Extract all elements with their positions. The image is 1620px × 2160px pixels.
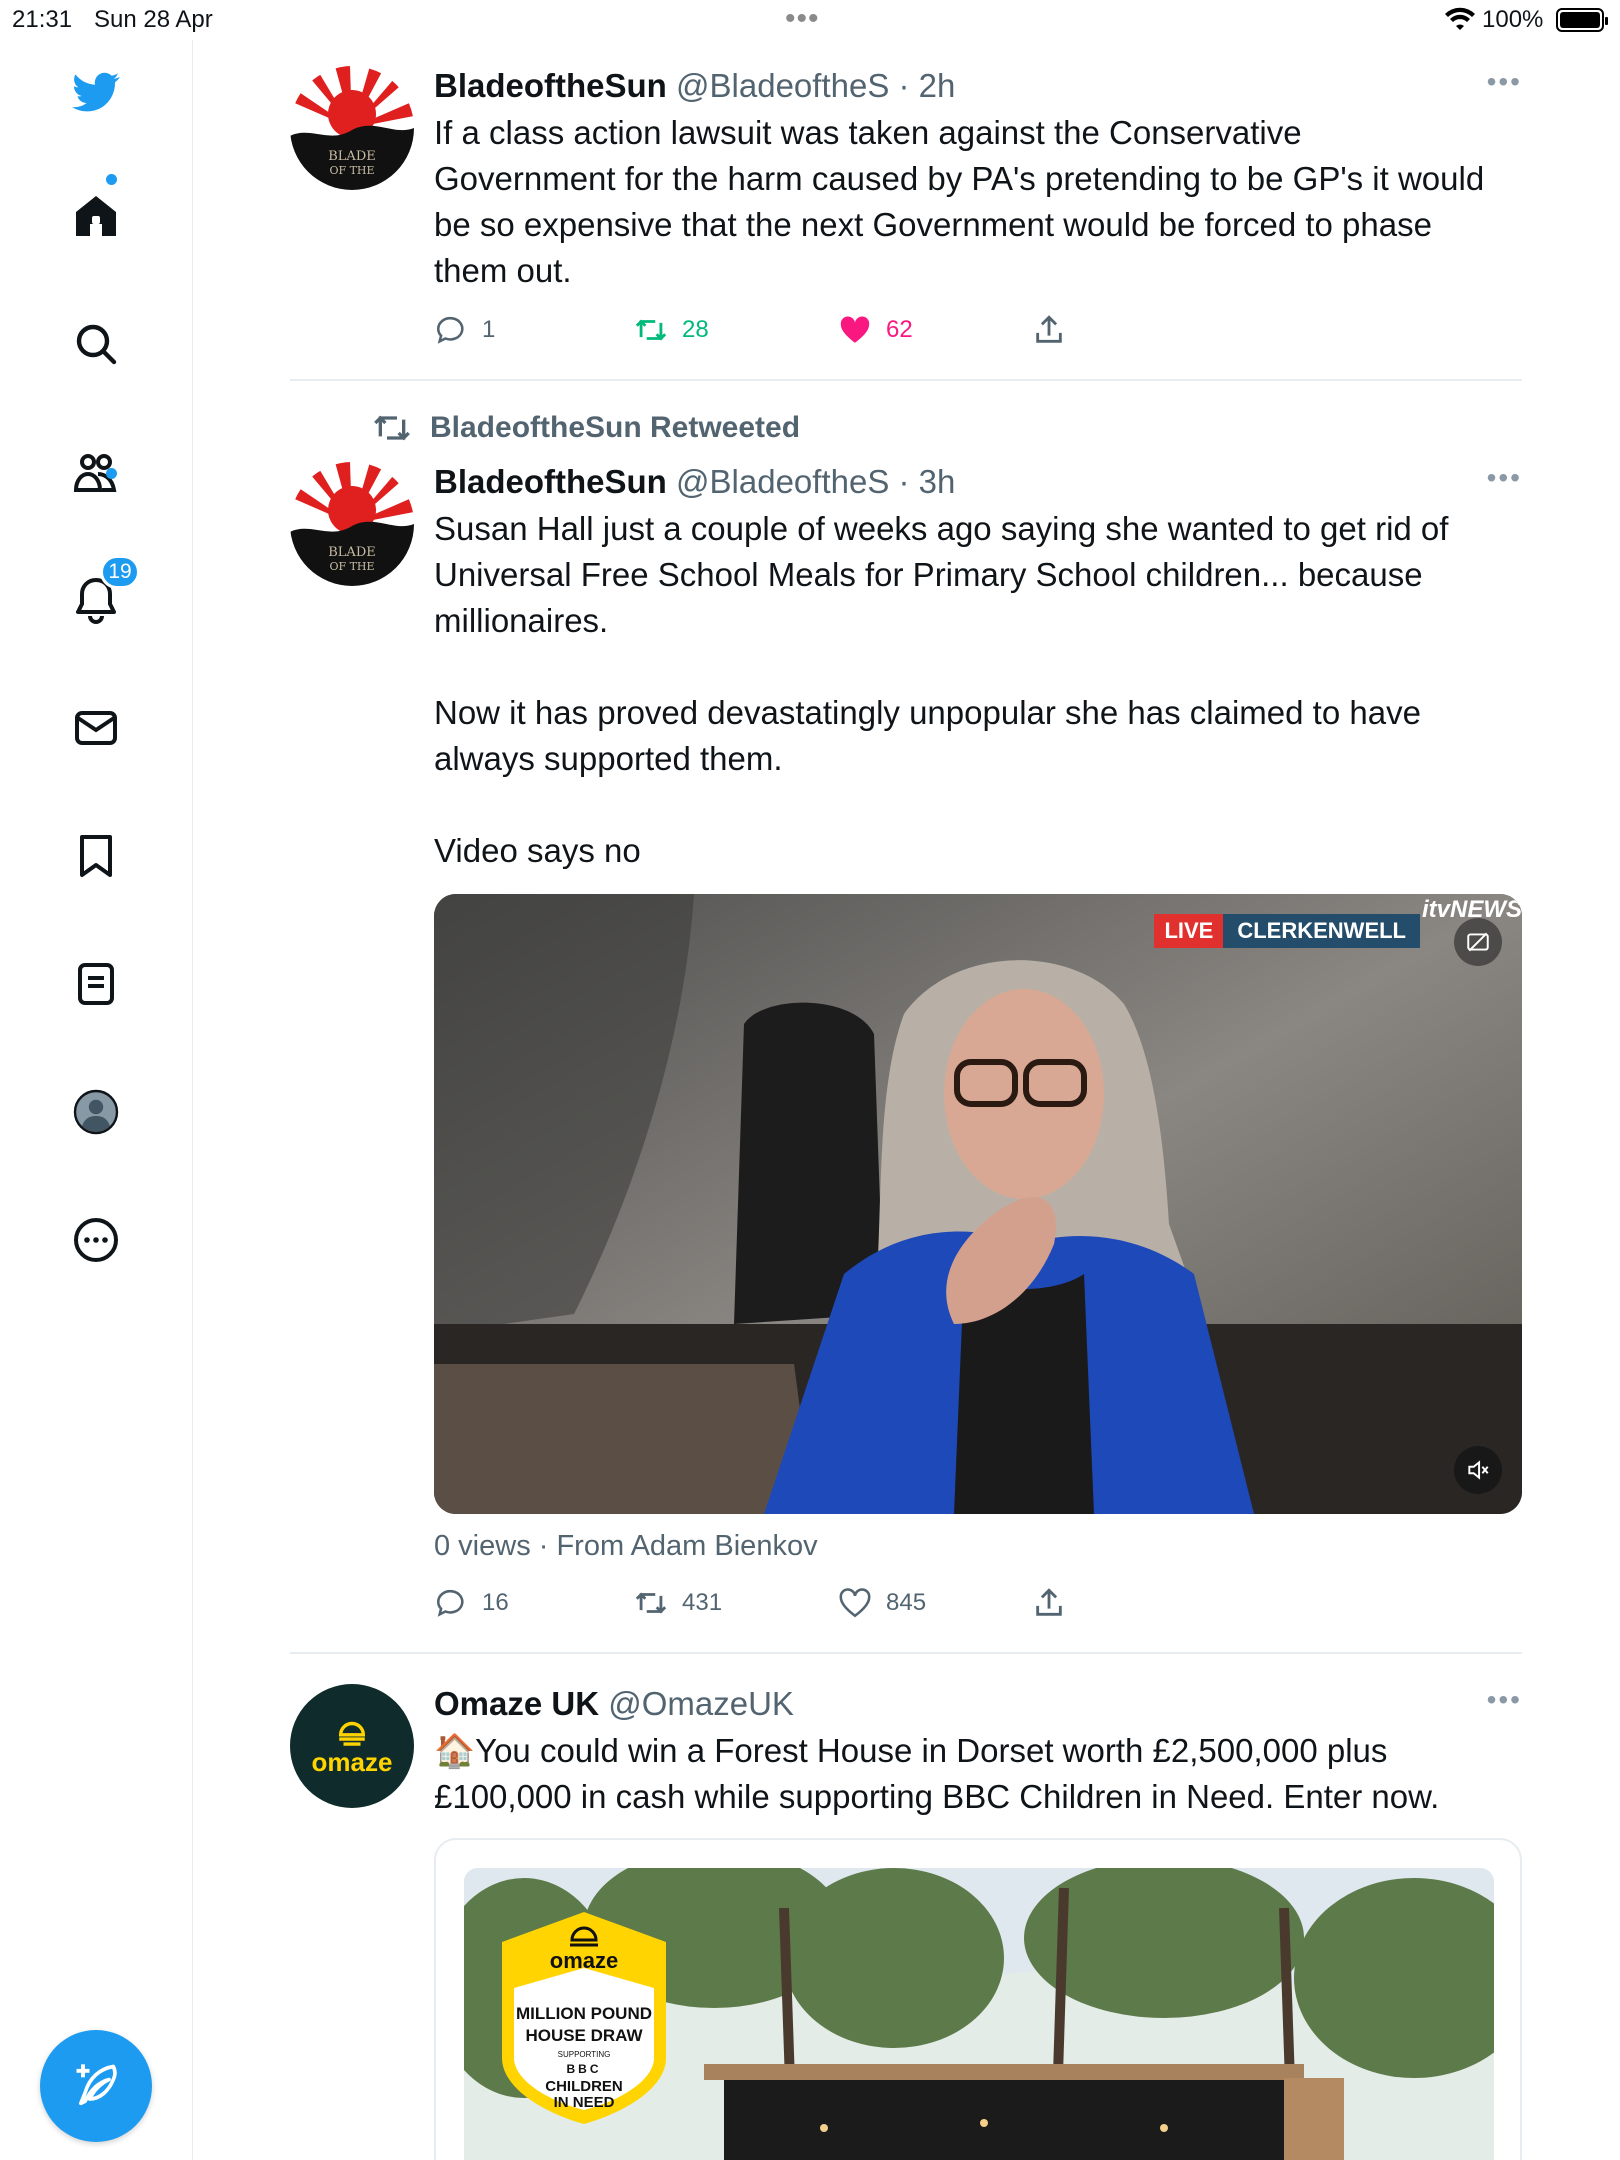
tweet-time[interactable]: 3h (919, 463, 956, 500)
retweeted-by-label: BladeoftheSun Retweeted (372, 408, 800, 448)
retweet-count: 28 (682, 316, 709, 343)
share-button[interactable] (1032, 313, 1080, 347)
profile-avatar-icon[interactable] (68, 1084, 124, 1140)
like-count: 845 (886, 1589, 927, 1616)
messages-envelope-icon[interactable] (68, 700, 124, 756)
author-name[interactable]: Omaze UK (434, 1685, 599, 1722)
status-date: Sun 28 Apr (94, 6, 213, 33)
wifi-icon (1445, 7, 1475, 30)
reply-icon (436, 1589, 464, 1617)
mute-button[interactable] (1454, 1446, 1502, 1494)
author-handle[interactable]: @BladeoftheS (676, 463, 889, 500)
reply-count: 16 (482, 1589, 509, 1616)
compose-tweet-button[interactable] (40, 2030, 152, 2142)
captions-button[interactable] (1454, 918, 1502, 966)
author-name[interactable]: BladeoftheSun (434, 67, 667, 104)
like-count: 62 (886, 316, 913, 343)
captions-icon (1467, 932, 1489, 952)
tweet-divider (290, 1652, 1522, 1654)
bookmark-icon[interactable] (68, 828, 124, 884)
tweet[interactable]: BLADE OF THE BladeoftheSun @BladeoftheS … (290, 66, 1522, 366)
tweet-header: Omaze UK @OmazeUK (434, 1684, 1522, 1724)
ad-card[interactable]: omaze MILLION POUND HOUSE DRAW SUPPORTIN… (434, 1838, 1522, 2160)
feather-plus-icon (76, 2064, 117, 2106)
tweet-time[interactable]: 2h (919, 67, 956, 104)
badge-line4: IN NEED (553, 2094, 615, 2111)
tweet-header: BladeoftheSun @BladeoftheS · 3h (434, 462, 1522, 502)
author-avatar[interactable]: BLADE OF THE (290, 66, 414, 190)
author-handle[interactable]: @BladeoftheS (676, 67, 889, 104)
home-icon[interactable] (68, 188, 124, 244)
video-player[interactable]: itvNEWS LIVE CLERKENWELL (434, 894, 1522, 1514)
badge-brand: omaze (549, 1948, 619, 1973)
badge-line2: HOUSE DRAW (525, 2026, 643, 2045)
tweet-text: Susan Hall just a couple of weeks ago sa… (434, 510, 1449, 869)
speaker-muted-icon (1468, 1460, 1489, 1480)
live-label: LIVE (1154, 914, 1224, 948)
badge-bbc: BBC (566, 2062, 602, 2076)
tweet-text: If a class action lawsuit was taken agai… (434, 114, 1485, 289)
share-icon (1036, 1588, 1062, 1616)
video-frame (434, 894, 1522, 1514)
tweet-more-icon[interactable]: ••• (1487, 66, 1522, 98)
retweet-count: 431 (682, 1589, 723, 1616)
share-button[interactable] (1032, 1586, 1080, 1620)
svg-text:OF THE: OF THE (329, 164, 374, 177)
tweet-actions: 1 28 62 (434, 313, 1134, 353)
author-avatar[interactable]: BLADE OF THE (290, 462, 414, 586)
lists-icon[interactable] (68, 956, 124, 1012)
badge-line1: MILLION POUND (516, 2004, 652, 2023)
retweet-icon (635, 1592, 667, 1614)
reply-icon (436, 316, 464, 344)
status-bar: 21:31 Sun 28 Apr ••• 100% (0, 0, 1620, 40)
battery-icon (1556, 8, 1608, 32)
reply-count: 1 (482, 316, 496, 343)
tweet-divider (290, 379, 1522, 381)
svg-text:OF THE: OF THE (329, 560, 374, 573)
tweet-text: 🏠You could win a Forest House in Dorset … (434, 1732, 1440, 1815)
video-meta[interactable]: 0 views · From Adam Bienkov (434, 1530, 818, 1563)
tweet-actions: 16 431 845 (434, 1586, 1134, 1626)
header-separator: · (898, 463, 910, 500)
home-unread-dot (106, 174, 117, 185)
header-separator: · (898, 67, 910, 104)
badge-line3: CHILDREN (545, 2078, 623, 2095)
share-icon (1036, 315, 1062, 343)
like-button[interactable]: 845 (838, 1586, 926, 1620)
multitasking-dots-icon[interactable]: ••• (785, 2, 820, 36)
tweet-more-icon[interactable]: ••• (1487, 1684, 1522, 1716)
retweet-icon (635, 319, 667, 341)
like-button[interactable]: 62 (838, 313, 913, 347)
omaze-avatar-text: omaze (311, 1746, 393, 1777)
more-options-icon[interactable] (68, 1212, 124, 1268)
svg-text:BLADE: BLADE (328, 149, 376, 164)
reply-button[interactable]: 1 (434, 313, 495, 347)
million-pound-house-draw-badge: omaze MILLION POUND HOUSE DRAW SUPPORTIN… (494, 1908, 674, 2128)
retweet-small-icon (374, 415, 410, 441)
tweet-more-icon[interactable]: ••• (1487, 462, 1522, 494)
twitter-logo-icon[interactable] (68, 64, 124, 120)
notifications-badge: 19 (100, 555, 140, 589)
status-time: 21:31 (12, 6, 73, 33)
tweet-header: BladeoftheSun @BladeoftheS · 2h (434, 66, 1522, 106)
author-handle[interactable]: @OmazeUK (608, 1685, 794, 1722)
retweeted-by-text[interactable]: BladeoftheSun Retweeted (430, 411, 800, 445)
retweet-button[interactable]: 28 (634, 313, 709, 347)
badge-supporting: SUPPORTING (557, 2050, 611, 2059)
live-location-tag: LIVE CLERKENWELL (1154, 914, 1420, 948)
svg-text:BLADE: BLADE (328, 545, 376, 560)
search-icon[interactable] (68, 316, 124, 372)
omaze-sun-icon (338, 1721, 366, 1746)
heart-filled-icon (840, 316, 870, 343)
battery-percent: 100% (1482, 6, 1544, 33)
ad-image[interactable]: omaze MILLION POUND HOUSE DRAW SUPPORTIN… (464, 1868, 1494, 2160)
sidebar: 19 (0, 40, 193, 2160)
location-label: CLERKENWELL (1223, 914, 1420, 948)
reply-button[interactable]: 16 (434, 1586, 509, 1620)
heart-outline-icon (839, 1588, 871, 1618)
author-name[interactable]: BladeoftheSun (434, 463, 667, 500)
author-avatar[interactable]: omaze (290, 1684, 414, 1808)
retweet-button[interactable]: 431 (634, 1586, 722, 1620)
communities-unread-dot (106, 468, 117, 479)
